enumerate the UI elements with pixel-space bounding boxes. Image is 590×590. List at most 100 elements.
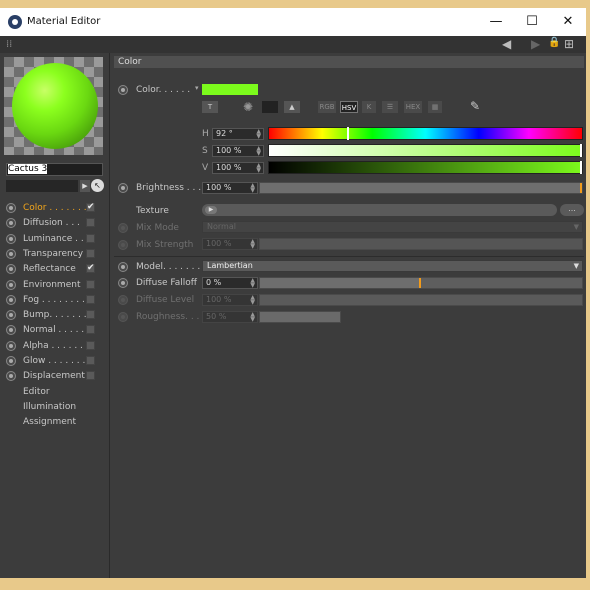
preview-sphere (12, 63, 98, 149)
channel-checkbox[interactable] (86, 294, 95, 304)
value-field[interactable]: 100 % ▲ ▼ (212, 162, 264, 174)
diffuse-falloff-animate-radio[interactable] (118, 278, 128, 288)
channel-item[interactable]: Transparency (0, 247, 110, 262)
brightness-knob[interactable] (580, 183, 582, 193)
material-name-text: Cactus 3 (8, 164, 48, 174)
texture-slot[interactable]: ▶ (202, 204, 557, 216)
sidebar-item-illumination[interactable]: Illumination (23, 402, 76, 412)
channel-radio[interactable] (6, 218, 16, 229)
channel-checkbox[interactable] (86, 248, 95, 258)
color-mode-button[interactable]: K (362, 101, 376, 113)
eyedropper-icon[interactable]: ✎ (470, 99, 480, 113)
diffuse-falloff-field[interactable]: 0 % ▲ ▼ (202, 277, 258, 289)
channel-radio[interactable] (6, 356, 16, 366)
play-arrow-button[interactable]: ▶ (80, 180, 90, 192)
lock-icon[interactable]: 🔒 (548, 37, 560, 48)
saturation-slider[interactable] (268, 144, 583, 157)
channel-checkbox[interactable] (86, 233, 95, 243)
channel-item[interactable]: Normal . . . . . (0, 323, 110, 338)
spectrum-icon[interactable]: ✺ (240, 101, 256, 113)
channel-radio[interactable] (6, 371, 16, 382)
mixstrength-animate-radio (118, 240, 128, 250)
channel-checkbox[interactable] (86, 218, 95, 228)
color-swatch[interactable] (202, 84, 258, 95)
color-mode-button[interactable]: RGB (318, 101, 336, 113)
sidebar-item-assignment[interactable]: Assignment (23, 417, 76, 427)
channel-checkbox[interactable] (86, 310, 95, 320)
texture-browse-button[interactable]: ... (560, 204, 584, 216)
saturation-field[interactable]: 100 % ▲ ▼ (212, 145, 264, 157)
saturation-slider-knob[interactable] (580, 144, 582, 157)
new-window-icon[interactable]: ⊞ (564, 37, 574, 51)
channel-radio[interactable] (6, 310, 16, 321)
maximize-button[interactable]: ☐ (520, 12, 544, 32)
channel-radio[interactable] (6, 279, 16, 290)
texture-play-icon[interactable]: ▶ (205, 206, 217, 214)
channel-item[interactable]: Bump. . . . . . . (0, 308, 110, 323)
diffuse-level-animate-radio (118, 295, 128, 305)
color-mode-button[interactable]: HEX (404, 101, 422, 113)
brightness-animate-radio[interactable] (118, 183, 128, 193)
channel-item[interactable]: Environment (0, 278, 110, 293)
channel-radio[interactable] (6, 294, 16, 305)
brightness-field[interactable]: 100 % ▲ ▼ (202, 182, 258, 194)
forward-arrow-icon[interactable]: ▶ (531, 37, 540, 51)
material-name-field[interactable]: Cactus 3 (6, 163, 103, 176)
hue-value: 92 ° (216, 129, 233, 138)
h-label: H (202, 129, 209, 139)
channel-checkbox[interactable] (86, 325, 95, 335)
channel-radio[interactable] (6, 248, 16, 259)
title-bar: Material Editor — ☐ ✕ (0, 8, 586, 36)
channel-label: Color . . . . . . . (23, 203, 87, 213)
channel-radio[interactable] (6, 203, 16, 213)
value-slider-knob[interactable] (580, 161, 582, 174)
channel-item[interactable]: Diffusion . . . (0, 216, 110, 231)
channel-item[interactable]: Glow . . . . . . . (0, 354, 110, 369)
channel-label: Alpha . . . . . . (23, 340, 83, 351)
hue-slider-knob[interactable] (347, 127, 349, 140)
channel-radio[interactable] (6, 325, 16, 336)
mix-mode-label: Mix Mode (136, 223, 179, 233)
brightness-slider[interactable] (259, 182, 583, 194)
diffuse-falloff-knob[interactable] (419, 278, 421, 288)
channel-radio[interactable] (6, 264, 16, 275)
close-button[interactable]: ✕ (556, 12, 580, 32)
channel-checkbox[interactable]: ✔ (86, 203, 95, 212)
image-picker-icon[interactable] (262, 101, 278, 113)
grip-icon[interactable]: ⁞⁞ (6, 39, 12, 50)
value-slider[interactable] (268, 161, 583, 174)
color-mode-button[interactable]: HSV (340, 101, 358, 113)
color-expand-icon[interactable]: ▾ (195, 84, 199, 92)
hue-slider[interactable] (268, 127, 583, 140)
model-dropdown[interactable]: Lambertian ▼ (202, 260, 583, 272)
mixmode-animate-radio (118, 223, 128, 233)
material-search-field[interactable] (6, 180, 78, 192)
hue-field[interactable]: 92 ° ▲ ▼ (212, 128, 264, 140)
diffuse-falloff-slider[interactable] (259, 277, 583, 289)
channel-radio[interactable] (6, 233, 16, 244)
color-animate-radio[interactable] (118, 85, 128, 95)
pick-cursor-icon[interactable]: ↖ (91, 179, 104, 192)
channel-item[interactable]: Alpha . . . . . . (0, 339, 110, 354)
material-preview[interactable] (4, 57, 103, 155)
channel-checkbox[interactable] (86, 340, 95, 350)
mountain-image-icon[interactable]: ▲ (284, 101, 300, 113)
color-mode-button[interactable]: ▦ (428, 101, 442, 113)
sidebar-item-editor[interactable]: Editor (23, 387, 50, 397)
channel-checkbox[interactable] (86, 371, 95, 381)
color-wheel-icon[interactable]: T (202, 101, 218, 113)
model-animate-radio[interactable] (118, 262, 128, 272)
channel-item[interactable]: Reflectance ✔ (0, 262, 110, 277)
channel-item[interactable]: Fog . . . . . . . . (0, 293, 110, 308)
back-arrow-icon[interactable]: ◀ (502, 37, 511, 51)
channel-label: Transparency (23, 248, 84, 259)
channel-item[interactable]: Luminance . . (0, 232, 110, 247)
channel-item[interactable]: Displacement (0, 369, 110, 384)
channel-item[interactable]: Color . . . . . . . ✔ (0, 201, 110, 216)
channel-checkbox[interactable]: ✔ (86, 264, 95, 274)
minimize-button[interactable]: — (484, 12, 508, 32)
channel-radio[interactable] (6, 340, 16, 351)
channel-checkbox[interactable] (86, 356, 95, 365)
channel-checkbox[interactable] (86, 279, 95, 289)
color-mode-button[interactable]: ☰ (382, 101, 398, 113)
